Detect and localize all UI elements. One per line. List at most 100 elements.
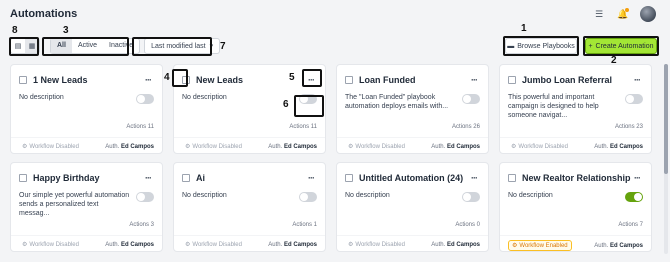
actions-count: Actions 0 <box>455 222 480 228</box>
actions-count: Actions 1 <box>292 222 317 228</box>
card-title: Ai <box>196 173 205 183</box>
author-name: Ed Campos <box>283 241 317 248</box>
avatar[interactable] <box>640 6 656 22</box>
card-checkbox[interactable] <box>19 76 27 84</box>
card-description: This powerful and important campaign is … <box>508 94 599 119</box>
annotation-6: 6 <box>283 99 289 110</box>
status-badge: ⚙ Workflow Disabled <box>345 142 408 151</box>
annotation-1: 1 <box>521 23 527 34</box>
more-options-icon[interactable]: ··· <box>142 75 154 85</box>
card-description: No description <box>19 94 64 101</box>
author-prefix: Auth. <box>594 143 609 150</box>
card-description: The "Loan Funded" playbook automation de… <box>345 94 449 110</box>
more-options-icon[interactable]: ··· <box>631 173 643 183</box>
author-prefix: Auth. <box>594 242 609 249</box>
status-badge: ⚙ Workflow Disabled <box>345 240 408 249</box>
author-prefix: Auth. <box>105 143 120 150</box>
scroll-thumb[interactable] <box>664 64 668 174</box>
card-title: Happy Birthday <box>33 173 100 183</box>
author: Auth. Ed Campos <box>105 242 154 248</box>
author: Auth. Ed Campos <box>268 144 317 150</box>
workflow-icon: ⚙ <box>348 144 354 150</box>
bell-icon[interactable]: 🔔 <box>616 7 630 21</box>
status-badge: ⚙ Workflow Enabled <box>508 240 572 251</box>
automation-toggle[interactable] <box>136 94 154 104</box>
automation-card[interactable]: New Realtor Relationship ··· No descripti… <box>499 162 652 252</box>
author-name: Ed Campos <box>446 241 480 248</box>
card-checkbox[interactable] <box>345 174 353 182</box>
card-checkbox[interactable] <box>345 76 353 84</box>
annotation-3: 3 <box>63 25 69 36</box>
automation-card[interactable]: Jumbo Loan Referral ··· This powerful and… <box>499 64 652 154</box>
automation-toggle[interactable] <box>136 192 154 202</box>
card-title: Loan Funded <box>359 75 416 85</box>
card-description: No description <box>345 192 390 199</box>
workflow-icon: ⚙ <box>22 242 28 248</box>
automation-toggle[interactable] <box>299 192 317 202</box>
automation-card[interactable]: Happy Birthday ··· Our simple yet powerfu… <box>10 162 163 252</box>
annotation-5: 5 <box>289 72 295 83</box>
highlight-menu <box>302 69 322 87</box>
highlight-playbooks <box>503 36 579 56</box>
automation-toggle[interactable] <box>462 192 480 202</box>
highlight-filter <box>42 37 129 56</box>
author-prefix: Auth. <box>268 241 283 248</box>
more-options-icon[interactable]: ··· <box>305 173 317 183</box>
actions-count: Actions 7 <box>618 222 643 228</box>
automation-toggle[interactable] <box>625 192 643 202</box>
card-checkbox[interactable] <box>182 174 190 182</box>
actions-count: Actions 11 <box>289 124 317 130</box>
more-options-icon[interactable]: ··· <box>468 75 480 85</box>
workflow-icon: ⚙ <box>512 243 518 249</box>
automation-toggle[interactable] <box>625 94 643 104</box>
card-description: Our simple yet powerful automation sends… <box>19 192 130 217</box>
author-prefix: Auth. <box>268 143 283 150</box>
automation-toggle[interactable] <box>462 94 480 104</box>
author: Auth. Ed Campos <box>594 144 643 150</box>
actions-count: Actions 26 <box>451 124 480 130</box>
page-title: Automations <box>10 8 78 20</box>
workflow-icon: ⚙ <box>348 242 354 248</box>
author-name: Ed Campos <box>120 241 154 248</box>
author-prefix: Auth. <box>431 241 446 248</box>
card-checkbox[interactable] <box>508 174 516 182</box>
card-checkbox[interactable] <box>508 76 516 84</box>
automation-card[interactable]: Loan Funded ··· The "Loan Funded" playboo… <box>336 64 489 154</box>
automation-card[interactable]: Untitled Automation (24) ··· No descripti… <box>336 162 489 252</box>
author-name: Ed Campos <box>446 143 480 150</box>
highlight-sort <box>132 37 212 56</box>
card-title: Jumbo Loan Referral <box>522 75 613 85</box>
automation-card[interactable]: 1 New Leads ··· No description Actions 11… <box>10 64 163 154</box>
status-label: Workflow Disabled <box>192 241 242 248</box>
card-checkbox[interactable] <box>19 174 27 182</box>
status-badge: ⚙ Workflow Disabled <box>19 240 82 249</box>
status-label: Workflow Disabled <box>29 241 79 248</box>
author: Auth. Ed Campos <box>431 242 480 248</box>
workflow-icon: ⚙ <box>185 144 191 150</box>
more-options-icon[interactable]: ··· <box>468 173 480 183</box>
card-title: Untitled Automation (24) <box>359 173 464 183</box>
card-description: No description <box>508 192 553 199</box>
actions-count: Actions 11 <box>126 124 154 130</box>
status-label: Workflow Disabled <box>355 241 405 248</box>
author-prefix: Auth. <box>431 143 446 150</box>
author-name: Ed Campos <box>609 242 643 249</box>
status-badge: ⚙ Workflow Disabled <box>508 142 571 151</box>
workflow-icon: ⚙ <box>185 242 191 248</box>
more-options-icon[interactable]: ··· <box>631 75 643 85</box>
card-description: No description <box>182 192 227 199</box>
author-prefix: Auth. <box>105 241 120 248</box>
actions-count: Actions 23 <box>614 124 643 130</box>
more-options-icon[interactable]: ··· <box>142 173 154 183</box>
automation-card[interactable]: Ai ··· No description Actions 1 ⚙ Workflow… <box>173 162 326 252</box>
highlight-checkbox <box>172 69 188 87</box>
list-settings-icon[interactable]: ☰ <box>592 7 606 21</box>
automation-grid: 1 New Leads ··· No description Actions 11… <box>10 64 658 252</box>
status-label: Workflow Enabled <box>519 242 568 249</box>
highlight-create <box>583 36 659 56</box>
annotation-2: 2 <box>611 55 617 66</box>
card-title: New Realtor Relationship <box>522 173 631 183</box>
scrollbar[interactable] <box>664 64 668 254</box>
status-label: Workflow Disabled <box>355 143 405 150</box>
annotation-7: 7 <box>220 41 226 52</box>
